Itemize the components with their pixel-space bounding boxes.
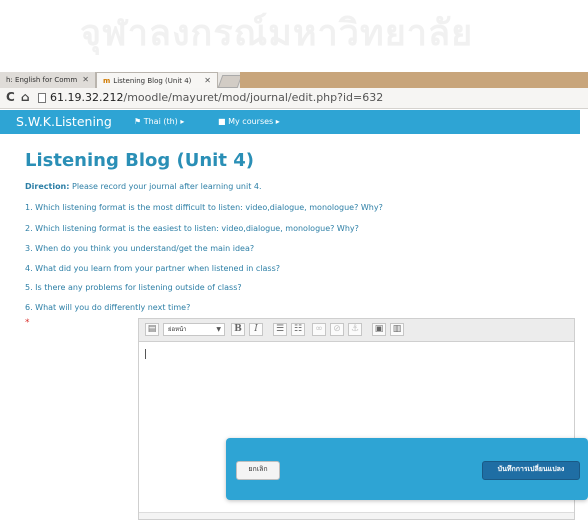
question-item: 3. When do you think you understand/get … [25,244,255,253]
direction-text: Direction: Please record your journal af… [25,182,262,191]
language-label: Thai (th) [143,117,178,126]
url-path: /moodle/mayuret/mod/journal/edit.php?id=… [123,91,384,104]
page-icon [38,93,46,103]
editor-toolbar: ▤ ย่อหน้า ▼ B I ☰ ☷ ∞ ⊘ ⚓ ▣ ▥ [139,319,574,342]
moodle-favicon-icon: m [103,77,111,85]
caret-right-icon: ▸ [180,117,185,126]
address-bar: C ⌂ 61.19.32.212/moodle/mayuret/mod/jour… [0,88,588,109]
paragraph-format-value: ย่อหน้า [168,326,187,333]
question-item: 1. Which listening format is the most di… [25,203,383,212]
image-icon[interactable]: ▣ [372,323,386,336]
browser-tab-strip: h: English for Comm ✕ m Listening Blog (U… [0,72,588,88]
anchor-icon[interactable]: ⚓ [348,323,362,336]
direction-label: Direction: [25,182,70,191]
watermark-text: จุฬาลงกรณ์มหาวิทยาลัย [80,13,474,54]
page-title: Listening Blog (Unit 4) [25,150,254,171]
browser-tab-active[interactable]: m Listening Blog (Unit 4) ✕ [96,72,218,88]
question-item: 2. Which listening format is the easiest… [25,224,359,233]
toolbar-toggle-icon[interactable]: ▤ [145,323,159,336]
question-item: 4. What did you learn from your partner … [25,264,281,273]
my-courses-menu[interactable]: ■ My courses ▸ [218,117,280,126]
reload-icon[interactable]: C [6,90,15,104]
chevron-down-icon: ▼ [216,326,221,333]
tab-strip-background [240,72,588,88]
required-marker: * [25,318,30,328]
my-courses-label: My courses [228,117,274,126]
tab-label: h: English for Comm [6,76,78,84]
media-icon[interactable]: ▥ [390,323,404,336]
close-icon[interactable]: ✕ [82,72,89,88]
cancel-button[interactable]: ยกเลิก [236,461,280,480]
save-changes-button[interactable]: บันทึกการเปลี่ยนแปลง [482,461,580,480]
language-menu[interactable]: ⚑ Thai (th) ▸ [134,117,184,126]
sticky-action-bar: ยกเลิก บันทึกการเปลี่ยนแปลง [226,438,588,500]
question-item: 6. What will you do differently next tim… [25,303,191,312]
browser-tab-inactive[interactable]: h: English for Comm ✕ [0,72,96,88]
editor-status-bar [139,512,574,519]
close-icon[interactable]: ✕ [204,73,211,88]
new-tab-button[interactable] [217,75,243,88]
url-field[interactable]: 61.19.32.212/moodle/mayuret/mod/journal/… [50,91,383,104]
bold-button[interactable]: B [231,323,245,336]
tab-label: Listening Blog (Unit 4) [113,77,192,85]
link-icon[interactable]: ∞ [312,323,326,336]
home-icon[interactable]: ⌂ [21,90,30,104]
numbered-list-icon[interactable]: ☷ [291,323,305,336]
caret-right-icon: ▸ [275,117,280,126]
paragraph-format-select[interactable]: ย่อหน้า ▼ [163,323,225,336]
briefcase-icon: ■ [218,117,226,126]
bullet-list-icon[interactable]: ☰ [273,323,287,336]
unlink-icon[interactable]: ⊘ [330,323,344,336]
question-item: 5. Is there any problems for listening o… [25,283,242,292]
italic-button[interactable]: I [249,323,263,336]
direction-body: Please record your journal after learnin… [69,182,262,191]
flag-icon: ⚑ [134,117,142,126]
site-brand[interactable]: S.W.K.Listening [16,114,112,129]
text-cursor[interactable] [145,349,146,359]
site-navbar: S.W.K.Listening ⚑ Thai (th) ▸ ■ My cours… [0,110,580,134]
url-host: 61.19.32.212 [50,91,124,104]
